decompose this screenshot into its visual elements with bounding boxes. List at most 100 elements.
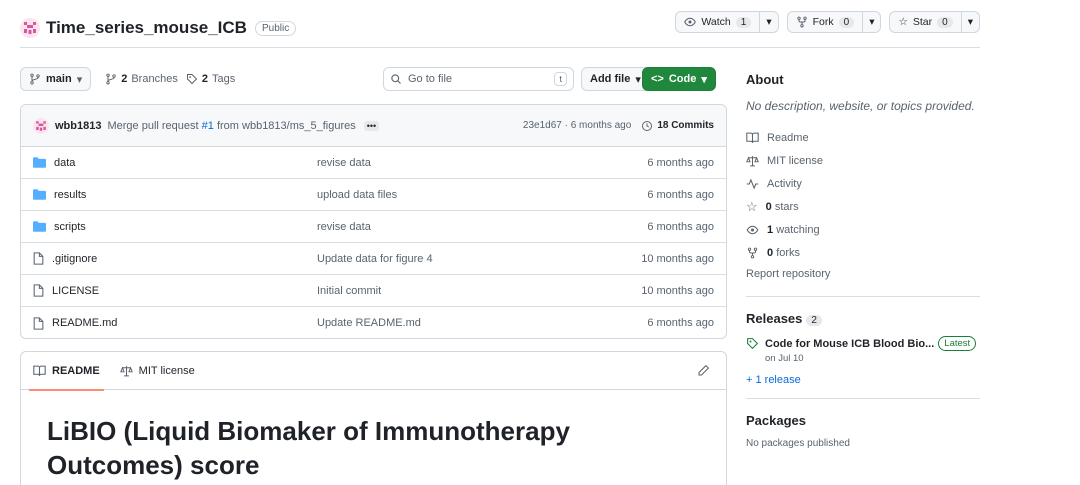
file-name-cell: results <box>33 189 317 201</box>
file-commit-message[interactable]: upload data files <box>317 189 617 201</box>
branch-select-button[interactable]: main ▾ <box>20 67 92 91</box>
watching-link[interactable]: 1 watching <box>746 218 980 241</box>
branch-name: main <box>46 73 72 85</box>
packages-heading[interactable]: Packages <box>746 413 980 428</box>
add-file-label: Add file <box>590 73 631 85</box>
tab-readme[interactable]: README <box>29 352 104 391</box>
tags-label: Tags <box>211 73 236 85</box>
fork-label: Fork <box>812 16 834 28</box>
folder-icon <box>33 221 46 232</box>
law-icon <box>119 365 133 377</box>
stars-link[interactable]: ☆ 0 stars <box>746 195 980 218</box>
stars-label: stars <box>774 200 799 213</box>
repo-name[interactable]: Time_series_mouse_ICB <box>46 18 247 38</box>
file-commit-message[interactable]: Update README.md <box>317 317 617 329</box>
table-row: scripts revise data 6 months ago <box>21 211 726 243</box>
add-file-button[interactable]: Add file ▾ <box>581 67 650 91</box>
file-name-link[interactable]: scripts <box>54 221 86 233</box>
file-name-link[interactable]: LICENSE <box>52 285 99 297</box>
sidebar-divider <box>746 296 980 297</box>
book-icon <box>746 132 759 144</box>
repo-owner-avatar[interactable] <box>20 18 40 38</box>
file-name-link[interactable]: .gitignore <box>52 253 97 265</box>
triangle-down-icon: ▾ <box>76 73 83 86</box>
code-icon: <> <box>651 73 664 85</box>
releases-heading-label: Releases <box>746 311 803 326</box>
book-icon <box>33 365 46 377</box>
commits-link[interactable]: 18 Commits <box>641 120 714 132</box>
commit-hash-time[interactable]: 23e1d67 · 6 months ago <box>523 120 631 131</box>
fork-dropdown-button[interactable]: ▾ <box>863 11 882 33</box>
file-commit-message[interactable]: Initial commit <box>317 285 617 297</box>
file-commit-age: 6 months ago <box>647 188 714 201</box>
readme-link-label: Readme <box>767 131 809 144</box>
watching-label: watching <box>776 223 820 236</box>
triangle-down-icon: ▾ <box>869 16 875 28</box>
table-row: data revise data 6 months ago <box>21 147 726 179</box>
file-commit-message[interactable]: revise data <box>317 221 617 233</box>
fork-button[interactable]: Fork 0 <box>786 11 864 33</box>
pencil-icon[interactable] <box>697 364 710 377</box>
star-icon: ☆ <box>746 198 758 214</box>
report-repository-link[interactable]: Report repository <box>746 264 980 284</box>
pr-link[interactable]: #1 <box>202 120 214 132</box>
latest-release[interactable]: Code for Mouse ICB Blood Bio... Latest o… <box>746 336 980 364</box>
commits-label: 18 Commits <box>657 120 714 131</box>
file-name-link[interactable]: README.md <box>52 317 117 329</box>
file-commit-age: 6 months ago <box>647 317 714 329</box>
file-icon <box>33 284 44 297</box>
file-commit-message[interactable]: revise data <box>317 157 617 169</box>
star-button[interactable]: ☆ Star 0 <box>889 11 962 33</box>
branches-link[interactable]: 2 Branches <box>105 73 178 85</box>
stars-count: 0 <box>765 200 772 213</box>
tab-license[interactable]: MIT license <box>119 352 195 390</box>
watch-group: Watch 1 ▾ <box>675 11 779 33</box>
file-name-link[interactable]: results <box>54 189 86 201</box>
watch-count: 1 <box>735 16 752 28</box>
file-commit-age: 6 months ago <box>647 156 714 169</box>
license-link[interactable]: MIT license <box>746 149 980 172</box>
readme-link[interactable]: Readme <box>746 126 980 149</box>
header-divider <box>20 47 980 48</box>
forks-link[interactable]: 0 forks <box>746 241 980 264</box>
repo-actions: Watch 1 ▾ Fork 0 ▾ ☆ Star 0 ▾ <box>675 11 980 33</box>
more-releases-link[interactable]: + 1 release <box>746 374 980 386</box>
latest-badge: Latest <box>938 336 977 351</box>
file-commit-age: 10 months ago <box>641 284 714 297</box>
fork-group: Fork 0 ▾ <box>786 11 882 33</box>
commit-author[interactable]: wbb1813 <box>55 120 101 132</box>
about-description: No description, website, or topics provi… <box>746 99 975 113</box>
watch-dropdown-button[interactable]: ▾ <box>760 11 779 33</box>
file-commit-message[interactable]: Update data for figure 4 <box>317 253 617 265</box>
about-heading: About <box>746 72 784 87</box>
code-label: Code <box>668 73 697 85</box>
eye-icon <box>746 224 759 236</box>
watch-button[interactable]: Watch 1 <box>675 11 761 33</box>
file-list: data revise data 6 months ago results upload… <box>21 147 726 338</box>
file-name-link[interactable]: data <box>54 157 75 169</box>
tags-link[interactable]: 2 Tags <box>186 73 235 85</box>
file-name-cell: LICENSE <box>33 284 317 297</box>
table-row: results upload data files 6 months ago <box>21 179 726 211</box>
sidebar: About No description, website, or topics… <box>746 67 980 449</box>
file-commit-age: 10 months ago <box>641 252 714 265</box>
sidebar-divider <box>746 398 980 399</box>
forks-count: 0 <box>767 246 774 259</box>
ellipsis-icon[interactable]: ••• <box>363 120 380 131</box>
release-date: on Jul 10 <box>765 353 804 364</box>
go-to-file-input[interactable]: Go to file t <box>383 67 574 91</box>
latest-commit-bar: wbb1813 Merge pull request #1 from wbb18… <box>21 105 726 147</box>
branches-label: Branches <box>131 73 178 85</box>
commit-meta: 23e1d67 · 6 months ago 18 Commits <box>523 120 714 132</box>
releases-heading[interactable]: Releases 2 <box>746 311 980 326</box>
release-info: Code for Mouse ICB Blood Bio... Latest o… <box>765 336 977 364</box>
fork-count: 0 <box>838 16 855 28</box>
activity-link[interactable]: Activity <box>746 172 980 195</box>
author-avatar[interactable] <box>33 117 49 134</box>
star-dropdown-button[interactable]: ▾ <box>961 11 980 33</box>
code-button[interactable]: <> Code ▾ <box>642 67 716 91</box>
star-label: Star <box>912 16 933 28</box>
star-count: 0 <box>937 16 953 28</box>
readme-tabs: README MIT license <box>21 352 726 391</box>
readme-heading: LiBIO (Liquid Biomaker of Immunotherapy … <box>47 416 570 480</box>
